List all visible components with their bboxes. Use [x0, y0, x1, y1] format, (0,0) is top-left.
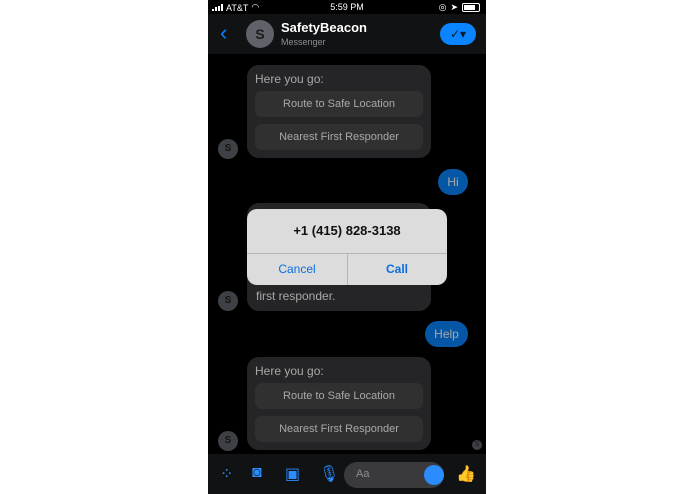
emoji-icon[interactable] — [424, 465, 444, 485]
thumbs-up-icon[interactable]: 👍 — [456, 464, 476, 484]
call-button[interactable]: Call — [347, 254, 447, 285]
chat-header: ‹ S SafetyBeacon Messenger ✓▾ — [208, 14, 486, 54]
input-placeholder: Aa — [356, 468, 370, 480]
status-bar: AT&T ◠ 5:59 PM ◎ ➤ — [208, 0, 486, 14]
grid-icon[interactable]: ⁘ — [220, 464, 233, 484]
message-input[interactable]: Aa — [344, 462, 444, 488]
chat-subtitle: Messenger — [281, 37, 326, 47]
location-icon: ➤ — [450, 2, 458, 12]
chat-title[interactable]: SafetyBeacon — [281, 20, 367, 35]
avatar[interactable]: S — [246, 20, 274, 48]
gallery-icon[interactable]: ▣ — [285, 464, 300, 484]
back-icon[interactable]: ‹ — [220, 22, 227, 44]
lock-rotation-icon: ◎ — [438, 2, 447, 12]
microphone-icon[interactable]: 🎙 — [319, 464, 339, 484]
cancel-button[interactable]: Cancel — [247, 254, 347, 285]
checkmark-icon[interactable]: ✓▾ — [440, 23, 476, 45]
status-right: ◎ ➤ — [439, 2, 480, 13]
composer-bar: ⁘ ◙ ▣ 🎙 Aa 👍 — [208, 454, 486, 494]
phone-screen: AT&T ◠ 5:59 PM ◎ ➤ ‹ S SafetyBeacon Mess… — [208, 0, 486, 494]
battery-icon — [462, 3, 480, 12]
call-alert-dialog: +1 (415) 828-3138 Cancel Call — [247, 209, 447, 285]
camera-icon[interactable]: ◙ — [252, 464, 262, 482]
phone-number: +1 (415) 828-3138 — [293, 223, 401, 238]
